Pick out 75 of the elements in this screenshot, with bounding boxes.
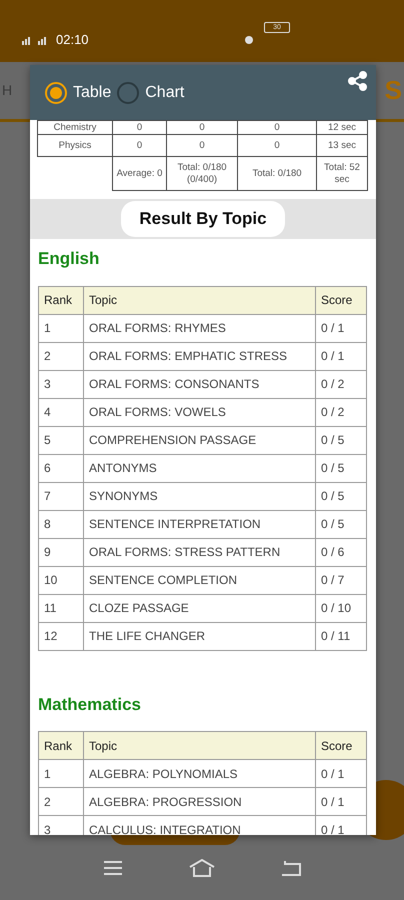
table-cell: 0 / 10 — [316, 594, 366, 622]
table-cell: 13 sec — [316, 134, 368, 156]
table-cell: 1 — [38, 314, 84, 342]
table-cell: Physics — [38, 134, 112, 156]
column-header: Rank — [38, 732, 84, 760]
table-cell: 11 — [38, 594, 84, 622]
table-cell: ORAL FORMS: CONSONANTS — [84, 370, 316, 398]
table-cell: 0 / 5 — [316, 426, 366, 454]
table-cell: SENTENCE COMPLETION — [84, 566, 316, 594]
table-cell: 0 — [238, 134, 316, 156]
table-cell: 0 / 1 — [316, 788, 366, 816]
table-cell: 12 sec — [316, 120, 368, 134]
table-cell: 0 / 11 — [316, 622, 366, 650]
clock-time: 02:10 — [56, 31, 89, 50]
table-cell: 0 — [112, 120, 166, 134]
table-cell: 0 / 7 — [316, 566, 366, 594]
table-cell: CLOZE PASSAGE — [84, 594, 316, 622]
option-label[interactable]: Table — [73, 80, 112, 104]
table-cell: SYNONYMS — [84, 482, 316, 510]
table-cell: 10 — [38, 566, 84, 594]
table-cell: 0 / 5 — [316, 482, 366, 510]
table-cell: Total: 0/180 (0/400) — [166, 156, 238, 190]
option-label[interactable]: Chart — [145, 80, 184, 104]
table-cell: ANTONYMS — [84, 454, 316, 482]
table-cell: 3 — [38, 370, 84, 398]
table-cell: 0 — [166, 134, 238, 156]
table-cell: Chemistry — [38, 120, 112, 134]
radio-icon[interactable] — [117, 82, 140, 104]
column-header: Rank — [38, 286, 84, 314]
menu-icon[interactable] — [103, 860, 123, 876]
subject-heading: English — [38, 248, 100, 270]
home-icon[interactable] — [189, 858, 215, 876]
table-cell: 0 / 6 — [316, 538, 366, 566]
table-cell: ORAL FORMS: VOWELS — [84, 398, 316, 426]
column-header: Topic — [84, 286, 316, 314]
table-cell: 9 — [38, 538, 84, 566]
table-cell: 2 — [38, 788, 84, 816]
table-cell: Total: 52 sec — [316, 156, 368, 190]
table-cell: 3 — [38, 816, 84, 835]
table-cell: 0 / 5 — [316, 510, 366, 538]
table-cell: SENTENCE INTERPRETATION — [84, 510, 316, 538]
table-cell: 0 / 1 — [316, 342, 366, 370]
table-cell: 1 — [38, 760, 84, 788]
table-cell: THE LIFE CHANGER — [84, 622, 316, 650]
table-cell: 4 — [38, 398, 84, 426]
radio-icon[interactable] — [45, 82, 67, 104]
back-icon[interactable] — [281, 860, 301, 876]
table-cell: COMPREHENSION PASSAGE — [84, 426, 316, 454]
section-title: Result By Topic — [121, 201, 285, 237]
table-cell: 0 / 1 — [316, 760, 366, 788]
column-header: Score — [316, 732, 366, 760]
table-cell: Total: 0/180 — [238, 156, 316, 190]
table-cell: 0 / 2 — [316, 370, 366, 398]
table-cell: ALGEBRA: POLYNOMIALS — [84, 760, 316, 788]
table-cell: 0 — [238, 120, 316, 134]
column-header: Topic — [84, 732, 316, 760]
table-cell: 12 — [38, 622, 84, 650]
table-cell: 0 / 5 — [316, 454, 366, 482]
table-cell: ORAL FORMS: RHYMES — [84, 314, 316, 342]
table-cell: 6 — [38, 454, 84, 482]
table-cell: 7 — [38, 482, 84, 510]
table-cell: ORAL FORMS: EMPHATIC STRESS — [84, 342, 316, 370]
subject-heading: Mathematics — [38, 694, 142, 716]
share-icon[interactable] — [348, 71, 368, 91]
table-cell: 0 / 1 — [316, 314, 366, 342]
table-cell: 0 — [166, 120, 238, 134]
table-cell: Average: 0 — [112, 156, 166, 190]
table-cell: 8 — [38, 510, 84, 538]
table-cell: 5 — [38, 426, 84, 454]
table-cell: ALGEBRA: PROGRESSION — [84, 788, 316, 816]
column-header: Score — [316, 286, 366, 314]
table-cell: ORAL FORMS: STRESS PATTERN — [84, 538, 316, 566]
table-cell: 2 — [38, 342, 84, 370]
table-cell: 0 / 2 — [316, 398, 366, 426]
table-cell: 0 — [112, 134, 166, 156]
